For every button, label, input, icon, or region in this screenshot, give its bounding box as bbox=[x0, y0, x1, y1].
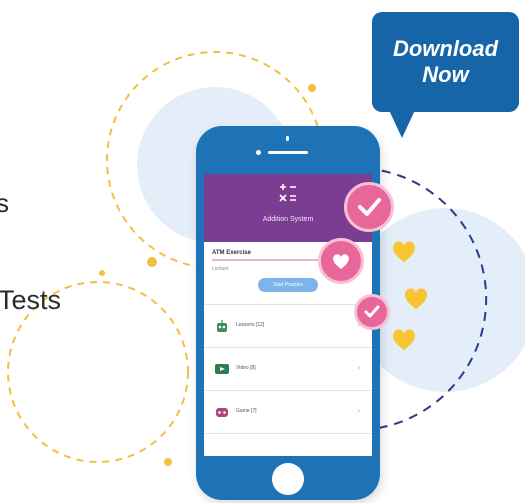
calculator-icon bbox=[279, 184, 296, 202]
list-item-video[interactable]: Video [8] › bbox=[204, 347, 372, 390]
heart-icon bbox=[404, 288, 428, 310]
video-icon bbox=[215, 364, 229, 374]
heart-icon bbox=[392, 329, 416, 351]
speech-bubble-tail bbox=[388, 108, 416, 138]
checkmark-badge-small bbox=[354, 294, 390, 330]
list-item-label: Lessons [12] bbox=[236, 322, 265, 328]
heart-icon bbox=[392, 241, 416, 263]
home-button[interactable] bbox=[272, 463, 304, 495]
now-label: Now bbox=[422, 62, 469, 87]
checkmark-icon bbox=[358, 198, 381, 216]
robot-icon bbox=[217, 320, 227, 332]
download-label: Download bbox=[392, 36, 499, 61]
partial-text-tests: Tests bbox=[0, 285, 62, 315]
progress-line bbox=[212, 259, 332, 261]
content-list: Lessons [12] › Video [8] › Game [7] › bbox=[204, 304, 372, 434]
camera-icon bbox=[286, 136, 289, 141]
sensor-dot bbox=[256, 150, 261, 155]
list-item-lessons[interactable]: Lessons [12] › bbox=[204, 304, 372, 347]
list-item-label: Video [8] bbox=[236, 365, 256, 371]
list-item-label: Game [7] bbox=[236, 408, 257, 414]
speaker-grill bbox=[268, 151, 308, 154]
chevron-right-icon: › bbox=[357, 406, 360, 415]
partial-text-s: s bbox=[0, 188, 9, 218]
checkmark-icon bbox=[364, 305, 380, 318]
phone-mockup: Addition System ATM Exercise Lecture Sta… bbox=[196, 126, 380, 500]
game-icon bbox=[216, 408, 228, 417]
chevron-right-icon: › bbox=[357, 363, 360, 372]
checkmark-badge-large bbox=[344, 182, 394, 232]
heart-icon bbox=[333, 254, 349, 269]
download-now-button[interactable]: Download Now bbox=[372, 12, 519, 112]
heart-badge bbox=[318, 238, 364, 284]
start-practice-button[interactable]: Start Practice bbox=[258, 278, 318, 292]
list-item-game[interactable]: Game [7] › bbox=[204, 390, 372, 434]
